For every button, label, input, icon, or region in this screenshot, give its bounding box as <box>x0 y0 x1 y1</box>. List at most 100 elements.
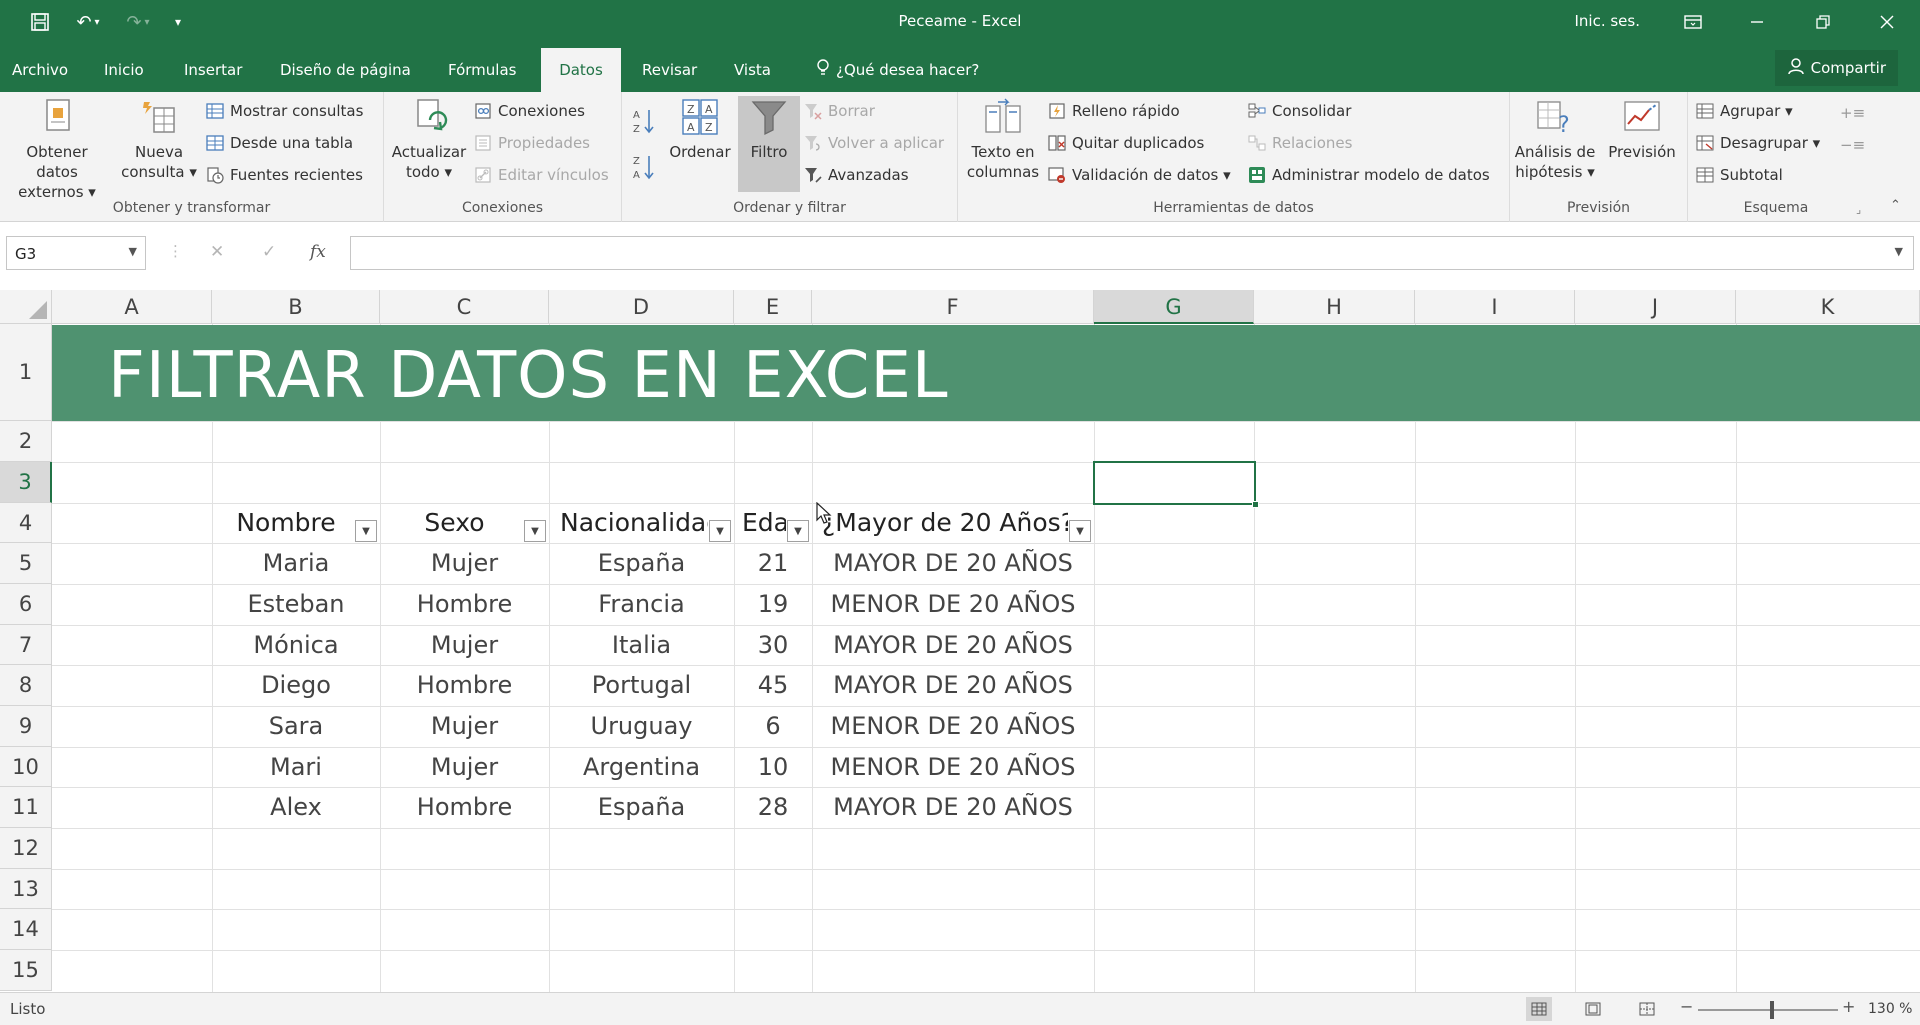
ribbon-display-options-icon[interactable] <box>1670 4 1716 40</box>
table-cell[interactable]: Hombre <box>380 787 549 827</box>
header-cell-edad[interactable]: Edad <box>734 503 786 543</box>
fill-handle[interactable] <box>1252 501 1259 508</box>
row-header-9[interactable]: 9 <box>0 706 52 747</box>
worksheet-grid[interactable]: A B C D E F G H I J K 1 2 3 4 5 6 7 8 9 … <box>0 290 1920 992</box>
close-icon[interactable] <box>1864 4 1910 40</box>
consolidate-button[interactable]: Consolidar <box>1248 98 1351 124</box>
table-cell[interactable]: Mónica <box>212 625 380 665</box>
table-cell[interactable]: Uruguay <box>549 706 734 746</box>
new-query-button[interactable]: Nueva consulta ▾ <box>116 98 202 182</box>
refresh-all-button[interactable]: Actualizar todo ▾ <box>388 98 470 182</box>
table-cell[interactable]: Argentina <box>549 747 734 787</box>
row-header-15[interactable]: 15 <box>0 950 52 991</box>
table-cell[interactable]: Mujer <box>380 625 549 665</box>
table-cell[interactable]: Hombre <box>380 665 549 705</box>
table-cell[interactable]: Mujer <box>380 747 549 787</box>
tab-datos[interactable]: Datos <box>541 48 621 92</box>
insert-function-icon[interactable]: fx <box>310 242 326 262</box>
manage-data-model-button[interactable]: Administrar modelo de datos <box>1248 162 1490 188</box>
row-header-2[interactable]: 2 <box>0 421 52 462</box>
row-header-3[interactable]: 3 <box>0 462 52 503</box>
tab-insertar[interactable]: Insertar <box>172 44 254 92</box>
zoom-level[interactable]: 130 % <box>1868 1001 1912 1017</box>
filter-dropdown-mayor-de-20[interactable]: ▼ <box>1069 520 1091 542</box>
column-header-a[interactable]: A <box>52 290 212 324</box>
properties-button[interactable]: Propiedades <box>474 130 590 156</box>
column-header-e[interactable]: E <box>734 290 812 324</box>
sign-in-link[interactable]: Inic. ses. <box>1574 12 1640 30</box>
expand-formula-bar-icon[interactable]: ▼ <box>1895 245 1903 258</box>
subtotal-button[interactable]: Subtotal <box>1696 162 1783 188</box>
column-header-f[interactable]: F <box>812 290 1094 324</box>
redo-icon[interactable]: ↷ ▾ <box>116 8 160 36</box>
column-header-i[interactable]: I <box>1415 290 1575 324</box>
normal-view-icon[interactable] <box>1526 997 1552 1021</box>
row-header-13[interactable]: 13 <box>0 869 52 909</box>
table-cell[interactable]: Italia <box>549 625 734 665</box>
tab-revisar[interactable]: Revisar <box>630 44 709 92</box>
table-cell[interactable]: 30 <box>734 625 812 665</box>
sort-a-to-z-button[interactable]: AZ <box>632 106 656 136</box>
from-table-button[interactable]: Desde una tabla <box>206 130 353 156</box>
row-header-14[interactable]: 14 <box>0 909 52 950</box>
table-cell[interactable]: MAYOR DE 20 AÑOS <box>812 625 1094 665</box>
data-validation-button[interactable]: Validación de datos ▾ <box>1048 162 1231 188</box>
row-header-5[interactable]: 5 <box>0 543 52 584</box>
filter-dropdown-edad[interactable]: ▼ <box>787 520 809 542</box>
formula-input[interactable]: ▼ <box>350 236 1914 270</box>
table-cell[interactable]: MENOR DE 20 AÑOS <box>812 747 1094 787</box>
tab-archivo[interactable]: Archivo <box>0 44 80 92</box>
table-cell[interactable]: 19 <box>734 584 812 624</box>
row-header-12[interactable]: 12 <box>0 828 52 869</box>
row-header-1[interactable]: 1 <box>0 324 52 421</box>
edit-links-button[interactable]: Editar vínculos <box>474 162 609 188</box>
page-break-preview-icon[interactable] <box>1634 997 1660 1021</box>
table-cell[interactable]: 6 <box>734 706 812 746</box>
tab-inicio[interactable]: Inicio <box>92 44 156 92</box>
group-button[interactable]: Agrupar ▾ <box>1696 98 1793 124</box>
table-cell[interactable]: España <box>549 543 734 583</box>
show-detail-icon[interactable]: +≡ <box>1840 100 1865 126</box>
table-cell[interactable]: 45 <box>734 665 812 705</box>
name-box[interactable]: G3 ▼ <box>6 236 146 270</box>
column-header-b[interactable]: B <box>212 290 380 324</box>
sort-button[interactable]: ZAAZ Ordenar <box>662 98 738 162</box>
connections-button[interactable]: Conexiones <box>474 98 585 124</box>
table-cell[interactable]: Sara <box>212 706 380 746</box>
column-header-g[interactable]: G <box>1094 290 1254 324</box>
outline-dialog-launcher-icon[interactable]: ⌟ <box>1856 196 1861 222</box>
relationships-button[interactable]: Relaciones <box>1248 130 1352 156</box>
column-header-d[interactable]: D <box>549 290 734 324</box>
reapply-filter-button[interactable]: Volver a aplicar <box>804 130 944 156</box>
hide-detail-icon[interactable]: −≡ <box>1840 132 1865 158</box>
table-cell[interactable]: 28 <box>734 787 812 827</box>
column-header-k[interactable]: K <box>1736 290 1920 324</box>
table-cell[interactable]: MAYOR DE 20 AÑOS <box>812 665 1094 705</box>
show-queries-button-row[interactable]: Mostrar consultas <box>206 98 363 124</box>
page-layout-view-icon[interactable] <box>1580 997 1606 1021</box>
remove-duplicates-button[interactable]: Quitar duplicados <box>1048 130 1204 156</box>
filter-button[interactable]: Filtro <box>738 98 800 162</box>
tab-diseno-de-pagina[interactable]: Diseño de página <box>268 44 423 92</box>
flash-fill-button[interactable]: Relleno rápido <box>1048 98 1180 124</box>
advanced-filter-button[interactable]: Avanzadas <box>804 162 909 188</box>
text-to-columns-button[interactable]: Texto en columnas <box>962 98 1044 182</box>
column-header-c[interactable]: C <box>380 290 549 324</box>
share-button[interactable]: Compartir <box>1774 50 1898 86</box>
header-cell-nacionalidad[interactable]: Nacionalidad <box>549 503 708 543</box>
table-cell[interactable]: Esteban <box>212 584 380 624</box>
table-cell[interactable]: Mujer <box>380 543 549 583</box>
customize-qat-icon[interactable]: ▾ <box>168 8 188 36</box>
table-cell[interactable]: Diego <box>212 665 380 705</box>
cancel-entry-icon[interactable]: ✕ <box>210 242 224 262</box>
row-header-10[interactable]: 10 <box>0 747 52 787</box>
table-cell[interactable]: 10 <box>734 747 812 787</box>
table-cell[interactable]: 21 <box>734 543 812 583</box>
table-cell[interactable]: Mari <box>212 747 380 787</box>
row-header-11[interactable]: 11 <box>0 787 52 828</box>
tell-me-search[interactable]: ¿Qué desea hacer? <box>804 44 991 92</box>
filter-dropdown-nacionalidad[interactable]: ▼ <box>709 520 731 542</box>
filter-dropdown-sexo[interactable]: ▼ <box>524 520 546 542</box>
table-cell[interactable]: Maria <box>212 543 380 583</box>
recent-sources-button[interactable]: Fuentes recientes <box>206 162 363 188</box>
